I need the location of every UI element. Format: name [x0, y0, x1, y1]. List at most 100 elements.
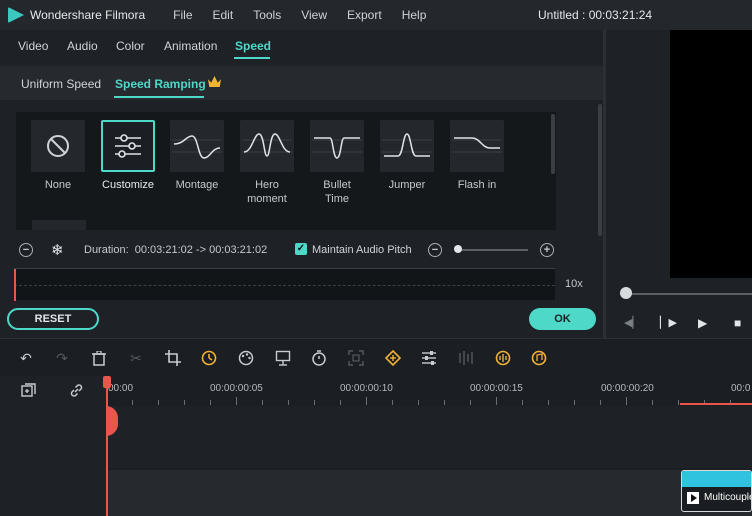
app-name: Wondershare Filmora: [30, 8, 146, 22]
green-screen-icon[interactable]: [274, 349, 292, 367]
ruler-label: 00:00:00:20: [601, 383, 654, 394]
zoom-out-icon[interactable]: −: [428, 243, 442, 257]
ruler-tick: [470, 400, 471, 405]
menu-edit[interactable]: Edit: [213, 8, 234, 22]
preset-hero-moment[interactable]: Hero moment: [240, 120, 294, 206]
ruler-tick: [600, 400, 601, 405]
speed-subtabs: Uniform Speed Speed Ramping: [0, 66, 603, 100]
preview-progress-bar[interactable]: [620, 293, 752, 295]
audio-mixer-icon[interactable]: [457, 349, 475, 367]
add-track-icon[interactable]: [21, 383, 36, 401]
playhead-handle[interactable]: [103, 376, 111, 388]
zoom-in-icon[interactable]: +: [540, 243, 554, 257]
preview-progress-knob[interactable]: [620, 287, 632, 299]
clip-video-icon: [687, 492, 699, 504]
timer-icon[interactable]: [310, 349, 328, 367]
adjust-icon[interactable]: [420, 349, 438, 367]
timeline-toolbar: ↶ ↷ ✂: [0, 338, 752, 376]
cut-icon[interactable]: ✂: [127, 349, 145, 367]
ruler-label: 00:00: [108, 383, 134, 394]
preview-panel: ◀▏ ▏▶ ▶ ■: [606, 30, 752, 338]
preset-label: Hero moment: [247, 179, 287, 205]
speed-controls: − ❄ Duration: 00:03:21:02 -> 00:03:21:02…: [0, 236, 603, 264]
render-range-bar: [680, 403, 752, 405]
ruler-tick: [496, 397, 497, 405]
crop-icon[interactable]: [164, 349, 182, 367]
color-palette-icon[interactable]: [237, 349, 255, 367]
timeline-ruler[interactable]: 00:00 00:00:00:05 00:00:00:10 00:00:00:1…: [106, 376, 752, 406]
menu-file[interactable]: File: [173, 8, 192, 22]
jumper-curve-icon: [380, 120, 434, 172]
preset-flash-in[interactable]: Flash in: [450, 120, 504, 192]
menu-help[interactable]: Help: [402, 8, 427, 22]
subtab-uniform-speed[interactable]: Uniform Speed: [21, 77, 101, 91]
no-icon: [31, 120, 85, 172]
preset-label: Customize: [102, 179, 154, 191]
menu-bar: File Edit Tools View Export Help: [173, 8, 426, 22]
montage-curve-icon: [170, 120, 224, 172]
preset-montage[interactable]: Montage: [170, 120, 224, 192]
panel-scrollbar[interactable]: [598, 104, 602, 236]
tab-video[interactable]: Video: [18, 39, 48, 53]
ruler-tick: [444, 400, 445, 405]
ruler-tick: [262, 400, 263, 405]
subtab-active-indicator: [114, 96, 204, 98]
bullet-curve-icon: [310, 120, 364, 172]
menu-view[interactable]: View: [301, 8, 327, 22]
video-track-2[interactable]: [106, 470, 752, 516]
preset-label: Flash in: [457, 179, 497, 191]
prev-frame-icon[interactable]: ◀▏: [624, 316, 641, 329]
subtab-speed-ramping[interactable]: Speed Ramping: [115, 77, 206, 91]
preset-scrollbar[interactable]: [551, 114, 555, 174]
play-icon[interactable]: ▶: [698, 316, 707, 330]
remove-point-icon[interactable]: −: [19, 243, 33, 257]
delete-icon[interactable]: [90, 349, 108, 367]
step-back-icon[interactable]: ▏▶: [660, 316, 677, 329]
ruler-tick: [574, 400, 575, 405]
speed-icon[interactable]: [200, 349, 218, 367]
menu-export[interactable]: Export: [347, 8, 382, 22]
document-title: Untitled : 00:03:21:24: [538, 8, 653, 22]
preset-bullet-time[interactable]: Bullet Time: [310, 120, 364, 206]
playhead[interactable]: [106, 376, 108, 516]
ok-button[interactable]: OK: [529, 308, 596, 330]
ruler-tick: [652, 400, 653, 405]
tab-active-indicator: [234, 57, 270, 59]
stabilize-icon[interactable]: [347, 349, 365, 367]
timeline-clip[interactable]: Multicouple: [681, 470, 752, 512]
preset-none[interactable]: None: [31, 120, 85, 192]
menu-tools[interactable]: Tools: [253, 8, 281, 22]
video-track[interactable]: [106, 406, 752, 468]
undo-icon[interactable]: ↶: [17, 349, 35, 367]
speed-curve-editor[interactable]: [14, 268, 555, 301]
redo-icon[interactable]: ↷: [53, 349, 71, 367]
auto-beat-icon[interactable]: [530, 349, 548, 367]
keyframe-icon[interactable]: [384, 349, 402, 367]
ruler-tick: [626, 397, 627, 405]
preset-customize[interactable]: Customize: [101, 120, 155, 192]
ruler-tick: [314, 400, 315, 405]
freeze-frame-icon[interactable]: ❄: [51, 241, 64, 259]
tab-animation[interactable]: Animation: [164, 39, 217, 53]
speed-max-label: 10x: [565, 278, 583, 290]
maintain-audio-pitch-checkbox[interactable]: ✓: [295, 243, 307, 255]
reset-button[interactable]: RESET: [7, 308, 99, 330]
curve-baseline: [14, 285, 555, 286]
curve-playhead: [14, 269, 16, 301]
clip-thumbnail-strip: [682, 471, 751, 487]
sliders-icon: [101, 120, 155, 172]
ruler-tick: [184, 400, 185, 405]
zoom-slider-knob[interactable]: [454, 245, 462, 253]
tab-color[interactable]: Color: [116, 39, 145, 53]
preset-jumper[interactable]: Jumper: [380, 120, 434, 192]
link-icon[interactable]: [69, 383, 84, 401]
tab-audio[interactable]: Audio: [67, 39, 98, 53]
audio-ducking-icon[interactable]: [494, 349, 512, 367]
tab-speed[interactable]: Speed: [235, 39, 271, 53]
ruler-tick: [366, 397, 367, 405]
edit-panel: Video Audio Color Animation Speed Unifor…: [0, 30, 603, 338]
zoom-slider[interactable]: [458, 249, 528, 251]
hero-curve-icon: [240, 120, 294, 172]
premium-crown-icon: [208, 76, 221, 87]
stop-icon[interactable]: ■: [734, 316, 741, 330]
